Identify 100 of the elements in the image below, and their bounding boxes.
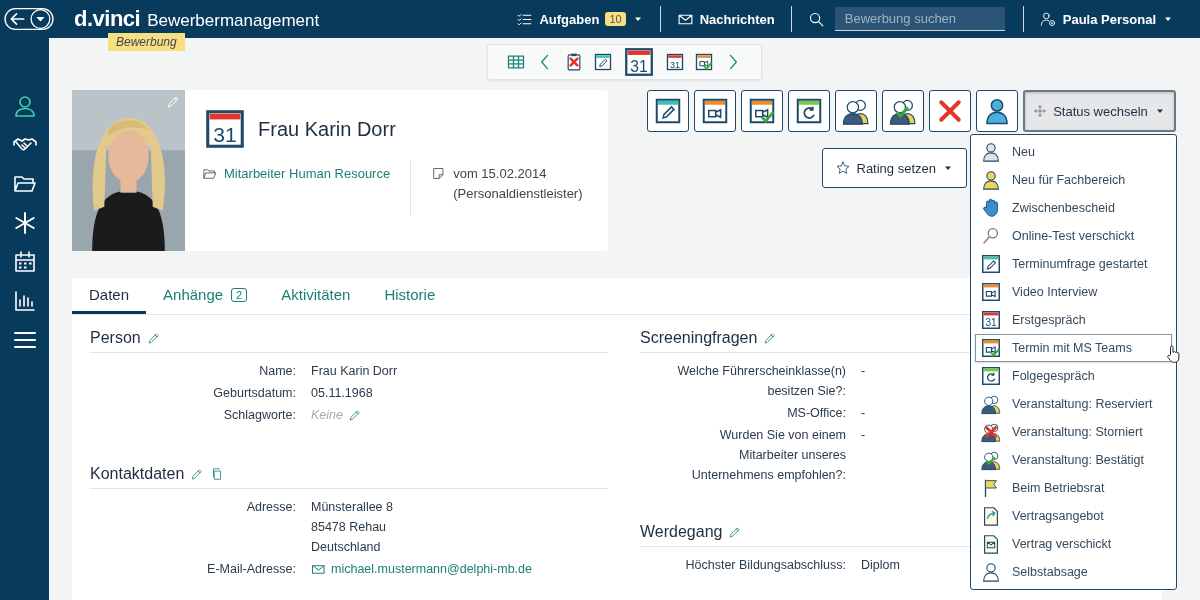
context-badge: Bewerbung bbox=[108, 33, 185, 51]
tab[interactable]: Daten bbox=[72, 278, 147, 314]
calendar-icon[interactable] bbox=[12, 250, 37, 274]
status-label: Termin mit MS Teams bbox=[1012, 341, 1132, 355]
calendar-pencil-icon[interactable] bbox=[592, 52, 613, 72]
status-label: Neu für Fachbereich bbox=[1012, 173, 1126, 187]
pencil-icon[interactable] bbox=[190, 467, 205, 481]
calendar-video-icon bbox=[980, 281, 1002, 303]
section-title: Kontaktdaten bbox=[90, 465, 185, 483]
tab[interactable]: Anhänge 2 bbox=[146, 278, 265, 314]
application-source: (Personaldienstleister) bbox=[453, 186, 583, 201]
status-label: Terminumfrage gestartet bbox=[1012, 257, 1148, 271]
person-icon[interactable] bbox=[12, 94, 37, 118]
status-menu-item[interactable]: 31 Erstgespräch bbox=[975, 306, 1172, 334]
section-title: Person bbox=[90, 329, 141, 347]
calendar-video-icon bbox=[700, 96, 730, 126]
status-menu-item[interactable]: Vertrag verschickt bbox=[975, 530, 1172, 558]
back-icon[interactable] bbox=[4, 6, 54, 32]
calendar-pencil-icon bbox=[653, 96, 683, 126]
field-value: 85478 Rehau bbox=[311, 519, 388, 536]
status-label: Erstgespräch bbox=[1012, 313, 1086, 327]
user-menu[interactable]: Paula Personal bbox=[1027, 10, 1186, 28]
person-icon bbox=[980, 169, 1002, 191]
status-menu-item[interactable]: Terminumfrage gestartet bbox=[975, 250, 1172, 278]
messages-button[interactable]: Nachrichten bbox=[664, 10, 787, 28]
action-button[interactable] bbox=[788, 90, 830, 132]
section-title: Screeningfragen bbox=[640, 329, 758, 347]
status-menu-item[interactable]: Online-Test verschickt bbox=[975, 222, 1172, 250]
field-label: Höchster Bildungsabschluss: bbox=[684, 557, 847, 574]
status-menu-item[interactable]: Selbstabsage bbox=[975, 558, 1172, 586]
calendar-icon: 31 bbox=[980, 309, 1002, 331]
field-value: 05.11.1968 bbox=[311, 385, 373, 402]
calendar-refresh-icon bbox=[794, 96, 824, 126]
status-menu-item[interactable]: Neu für Fachbereich bbox=[975, 166, 1172, 194]
status-label: Veranstaltung: Bestätigt bbox=[1012, 453, 1145, 467]
action-button[interactable] bbox=[929, 90, 971, 132]
tab[interactable]: Aktivitäten bbox=[264, 278, 368, 314]
job-link[interactable]: Mitarbeiter Human Resource bbox=[224, 166, 391, 181]
pencil-icon[interactable] bbox=[146, 331, 161, 345]
bar-chart-icon[interactable] bbox=[12, 289, 37, 313]
action-button[interactable] bbox=[694, 90, 736, 132]
field-value: Deutschland bbox=[311, 539, 382, 556]
status-menu-item[interactable]: Video Interview bbox=[975, 278, 1172, 306]
people-check-icon bbox=[980, 449, 1002, 471]
calendar-video-check-icon bbox=[747, 96, 777, 126]
status-label: Folgegespräch bbox=[1012, 369, 1095, 383]
calendar-video-check-icon bbox=[980, 337, 1002, 359]
status-button[interactable]: Status wechseln bbox=[1023, 90, 1176, 132]
rating-button[interactable]: Rating setzen bbox=[821, 148, 967, 188]
field-value: - bbox=[861, 363, 866, 380]
status-label: Beim Betriebsrat bbox=[1012, 481, 1105, 495]
field-value: - bbox=[861, 427, 866, 444]
calendar-pencil-icon bbox=[980, 253, 1002, 275]
action-button[interactable] bbox=[976, 90, 1018, 132]
tab[interactable]: Historie bbox=[367, 278, 453, 314]
product-name: Bewerbermanagement bbox=[147, 11, 320, 31]
field-value: Diplom bbox=[861, 557, 900, 574]
status-menu-item[interactable]: Veranstaltung: Bestätigt bbox=[975, 446, 1172, 474]
note-icon bbox=[431, 166, 447, 181]
field-label: MS-Office: bbox=[786, 405, 847, 422]
field-label: Geburtsdatum: bbox=[212, 385, 297, 402]
status-menu-item[interactable]: Veranstaltung: Storniert bbox=[975, 418, 1172, 446]
star-icon bbox=[834, 160, 851, 176]
pencil-icon[interactable] bbox=[763, 331, 778, 345]
email-link[interactable]: michael.mustermann@delphi-mb.de bbox=[331, 559, 532, 579]
status-label: Vertrag verschickt bbox=[1012, 537, 1112, 551]
action-button[interactable] bbox=[647, 90, 689, 132]
field-label: Adresse: bbox=[245, 499, 297, 516]
field-label: Wurden Sie von einem Mitarbeiter unseres Unternehmens empfohlen?: bbox=[690, 427, 847, 484]
action-button[interactable] bbox=[741, 90, 783, 132]
field-value: Münsterallee 8 bbox=[311, 499, 393, 516]
status-label: Selbstabsage bbox=[1012, 565, 1088, 579]
search-icon[interactable] bbox=[807, 10, 825, 28]
status-menu-item[interactable]: Neu bbox=[975, 138, 1172, 166]
calendar-video-icon[interactable] bbox=[693, 52, 714, 72]
folder-icon bbox=[202, 166, 217, 181]
user-settings-icon bbox=[1039, 10, 1057, 28]
action-button[interactable] bbox=[882, 90, 924, 132]
application-date: vom 15.02.2014 bbox=[453, 166, 548, 181]
pencil-icon[interactable] bbox=[728, 525, 743, 539]
field-value: Frau Karin Dorr bbox=[311, 363, 398, 380]
status-menu-item[interactable]: Zwischenbescheid bbox=[975, 194, 1172, 222]
asterisk-icon[interactable] bbox=[12, 211, 37, 235]
status-menu-item[interactable]: Beim Betriebsrat bbox=[975, 474, 1172, 502]
status-label: Online-Test verschickt bbox=[1012, 229, 1135, 243]
status-label: Neu bbox=[1012, 145, 1035, 159]
status-menu-item[interactable]: Vertragsangebot bbox=[975, 502, 1172, 530]
calendar-icon[interactable]: 31 bbox=[664, 52, 685, 72]
status-menu-item[interactable]: Veranstaltung: Reserviert bbox=[975, 390, 1172, 418]
empty-value: Keine bbox=[311, 407, 343, 424]
status-label: Vertragsangebot bbox=[1012, 509, 1104, 523]
field-value: - bbox=[861, 405, 866, 422]
pencil-icon[interactable] bbox=[348, 408, 362, 422]
people-icon bbox=[980, 393, 1002, 415]
action-button[interactable] bbox=[835, 90, 877, 132]
person-icon bbox=[980, 561, 1002, 583]
search-field[interactable]: Bewerbung suchen bbox=[834, 7, 1005, 31]
status-menu-item[interactable]: Folgegespräch bbox=[975, 362, 1172, 390]
logo[interactable]: d.vinci bbox=[74, 6, 141, 32]
tasks-button[interactable]: Aufgaben 10 bbox=[504, 10, 656, 28]
